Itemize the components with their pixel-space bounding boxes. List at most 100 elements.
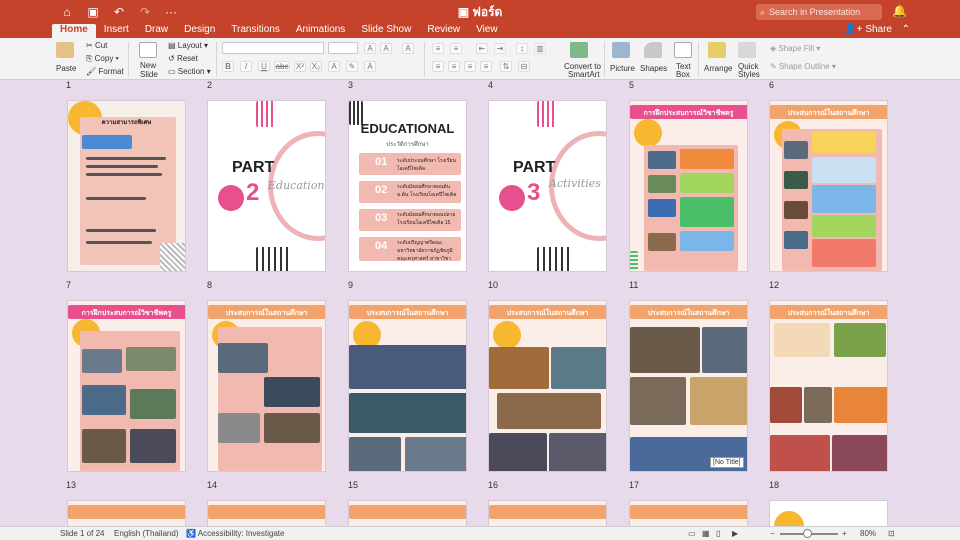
justify-icon[interactable]: ≡ xyxy=(480,61,492,72)
align-text-icon[interactable]: ⊟ xyxy=(518,61,530,72)
slide-thumbnail-9[interactable]: ประสบการณ์ในสถานศึกษา xyxy=(348,300,467,472)
new-slide-label-2[interactable]: Slide xyxy=(140,70,158,79)
tab-transitions[interactable]: Transitions xyxy=(223,24,288,38)
arrange-button[interactable]: Arrange xyxy=(704,64,732,73)
normal-view-icon[interactable]: ▭ xyxy=(688,529,696,538)
slide-thumbnail-10[interactable]: ประสบการณ์ในสถานศึกษา xyxy=(488,300,607,472)
shape-outline-button[interactable]: ✎ Shape Outline ▾ xyxy=(770,62,836,71)
section-button[interactable]: ▭ Section ▾ xyxy=(168,67,211,76)
accessibility-status[interactable]: ♿ Accessibility: Investigate xyxy=(186,529,284,538)
reset-button[interactable]: ↺ Reset xyxy=(168,54,198,63)
textbox-label-2[interactable]: Box xyxy=(676,70,690,79)
picture-icon[interactable] xyxy=(612,42,630,58)
slide-thumbnail-1[interactable]: ความสามารถพิเศษ xyxy=(67,100,186,272)
align-right-icon[interactable]: ≡ xyxy=(464,61,476,72)
tab-view[interactable]: View xyxy=(468,24,506,38)
notification-bell-icon[interactable]: 🔔 xyxy=(892,4,907,18)
slide-thumbnail-4[interactable]: PART 3 Activities xyxy=(488,100,607,272)
slide-thumbnail-12[interactable]: ประสบการณ์ในสถานศึกษา xyxy=(769,300,888,472)
photo xyxy=(648,175,676,193)
subscript-button[interactable]: X₂ xyxy=(310,61,322,72)
strikethrough-button[interactable]: abc xyxy=(274,61,290,72)
highlight-icon[interactable]: ✎ xyxy=(346,61,358,72)
align-left-icon[interactable]: ≡ xyxy=(432,61,444,72)
numbering-icon[interactable]: ≡ xyxy=(450,43,462,54)
columns-icon[interactable]: ▥ xyxy=(534,43,546,54)
quick-styles-icon[interactable] xyxy=(738,42,756,58)
bold-button[interactable]: B xyxy=(222,61,234,72)
format-painter-button[interactable]: 🖌 Format xyxy=(86,67,124,76)
reading-view-icon[interactable]: ▯ xyxy=(716,529,720,538)
text-effect-icon[interactable]: A xyxy=(364,61,376,72)
slide-thumbnail-8[interactable]: ประสบการณ์ในสถานศึกษา xyxy=(207,300,326,472)
smartart-icon[interactable] xyxy=(570,42,588,58)
shape-fill-button[interactable]: ◈ Shape Fill ▾ xyxy=(770,44,820,53)
slide-thumbnail-7[interactable]: การฝึกประสบการณ์วิชาชีพครู xyxy=(67,300,186,472)
tab-animations[interactable]: Animations xyxy=(288,24,353,38)
shapes-icon[interactable] xyxy=(644,42,662,58)
shapes-button[interactable]: Shapes xyxy=(640,64,667,73)
new-slide-label[interactable]: New xyxy=(140,61,156,70)
tab-draw[interactable]: Draw xyxy=(137,24,176,38)
font-size-field[interactable] xyxy=(328,42,358,54)
decrease-font-icon[interactable]: A xyxy=(380,43,392,54)
line-spacing-icon[interactable]: ↕ xyxy=(516,43,528,54)
slide-thumbnail-5[interactable]: การฝึกประสบการณ์วิชาชีพครู xyxy=(629,100,748,272)
share-button[interactable]: 👤+ Share xyxy=(844,24,892,35)
slide-thumbnail-16[interactable] xyxy=(488,500,607,526)
slide-sorter-view-icon[interactable]: ▦ xyxy=(702,529,710,538)
convert-smartart-label-2[interactable]: SmartArt xyxy=(568,70,600,79)
increase-font-icon[interactable]: A xyxy=(364,43,376,54)
font-name-field[interactable] xyxy=(222,42,324,54)
textbox-icon[interactable] xyxy=(674,42,692,58)
underline-button[interactable]: U xyxy=(258,61,270,72)
slide-thumbnail-11[interactable]: ประสบการณ์ในสถานศึกษา [No Title] xyxy=(629,300,748,472)
save-icon[interactable]: ▣ xyxy=(86,5,100,19)
slide-thumbnail-3[interactable]: EDUCATIONAL ประวัติการศึกษา 01 ระดับประถ… xyxy=(348,100,467,272)
cut-button[interactable]: ✂ Cut xyxy=(86,41,107,50)
tab-insert[interactable]: Insert xyxy=(96,24,137,38)
copy-button[interactable]: ⎘ Copy ▾ xyxy=(86,54,119,64)
arrange-icon[interactable] xyxy=(708,42,726,58)
slideshow-view-icon[interactable]: ▶ xyxy=(732,529,738,538)
slide-thumbnail-6[interactable]: ประสบการณ์ในสถานศึกษา xyxy=(769,100,888,272)
layout-button[interactable]: ▤ Layout ▾ xyxy=(168,41,208,50)
collapse-ribbon-icon[interactable]: ⌃ xyxy=(902,24,910,35)
slide-thumbnail-18[interactable] xyxy=(769,500,888,526)
zoom-level[interactable]: 80% xyxy=(860,529,876,538)
slide-thumbnail-2[interactable]: PART 2 Educational xyxy=(207,100,326,272)
tab-home[interactable]: Home xyxy=(52,24,96,38)
picture-button[interactable]: Picture xyxy=(610,64,635,73)
undo-icon[interactable]: ↶ xyxy=(112,5,126,19)
fit-to-window-icon[interactable]: ⊡ xyxy=(888,529,895,538)
decrease-indent-icon[interactable]: ⇤ xyxy=(476,43,488,54)
paste-icon[interactable] xyxy=(56,42,74,58)
quick-styles-label-2[interactable]: Styles xyxy=(738,70,760,79)
text-direction-icon[interactable]: ⇅ xyxy=(500,61,512,72)
new-slide-icon[interactable] xyxy=(139,42,157,58)
italic-button[interactable]: I xyxy=(240,61,252,72)
font-color-icon[interactable]: A xyxy=(328,61,340,72)
clear-format-icon[interactable]: A xyxy=(402,43,414,54)
zoom-in-icon[interactable]: + xyxy=(842,529,847,538)
home-icon[interactable]: ⌂ xyxy=(60,5,74,19)
search-field[interactable]: ⌕ Search in Presentation xyxy=(756,4,882,20)
slide-thumbnail-14[interactable] xyxy=(207,500,326,526)
paste-button[interactable]: Paste xyxy=(56,64,76,73)
more-icon[interactable]: ··· xyxy=(164,5,178,19)
slide-thumbnail-13[interactable] xyxy=(67,500,186,526)
search-placeholder: Search in Presentation xyxy=(769,7,861,17)
language-status[interactable]: English (Thailand) xyxy=(114,529,178,538)
tab-design[interactable]: Design xyxy=(176,24,223,38)
bullets-icon[interactable]: ≡ xyxy=(432,43,444,54)
slide-thumbnail-15[interactable] xyxy=(348,500,467,526)
zoom-slider-thumb[interactable] xyxy=(803,529,812,538)
tab-slide-show[interactable]: Slide Show xyxy=(353,24,419,38)
slide-thumbnail-17[interactable] xyxy=(629,500,748,526)
superscript-button[interactable]: X² xyxy=(294,61,306,72)
increase-indent-icon[interactable]: ⇥ xyxy=(494,43,506,54)
tab-review[interactable]: Review xyxy=(419,24,468,38)
zoom-out-icon[interactable]: − xyxy=(770,529,775,538)
align-center-icon[interactable]: ≡ xyxy=(448,61,460,72)
redo-icon[interactable]: ↷ xyxy=(138,5,152,19)
